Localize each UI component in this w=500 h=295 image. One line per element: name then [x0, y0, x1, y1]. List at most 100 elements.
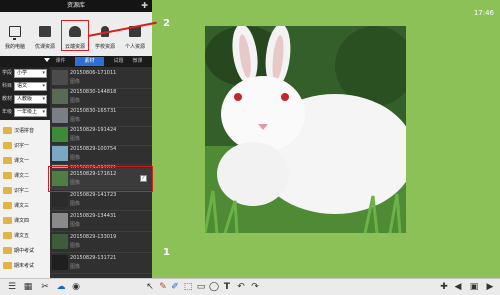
select-icon[interactable]: ⬚ [183, 281, 193, 294]
pen-icon[interactable]: ✎ [158, 281, 168, 294]
folder-item[interactable]: 汉语拼音 [1, 125, 49, 137]
prev-page-icon[interactable]: ◀ [452, 281, 464, 294]
folder-label: 识字二 [14, 188, 30, 194]
folder-label: 课文五 [14, 233, 30, 239]
folder-icon [3, 202, 12, 209]
clock: 17:46 [473, 9, 494, 17]
resource-tabs: 课件 素材 试题 微课 [0, 56, 152, 67]
file-name: 20150829-133019 [70, 234, 117, 240]
resource-icon[interactable]: ▦ [22, 281, 34, 294]
eraser-icon[interactable]: ▭ [196, 281, 206, 294]
file-type: 图像 [70, 117, 81, 123]
filter-grade[interactable]: 年级 一年级上 [2, 107, 48, 118]
folder-label: 汉语拼音 [14, 128, 35, 134]
folder-icon [3, 187, 12, 194]
filter-select[interactable]: 语文 [14, 82, 47, 91]
file-item[interactable]: 20150829-131721 图像 [50, 252, 152, 274]
folder-item[interactable]: 识字一 [1, 140, 49, 152]
file-item[interactable]: 20150829-141723 图像 [50, 189, 152, 211]
folder-icon [3, 172, 12, 179]
filter-select[interactable]: 小学 [14, 69, 47, 78]
category-my-computer[interactable]: 我的电脑 [0, 12, 30, 56]
file-thumbnail [52, 127, 68, 142]
folder-item[interactable]: 识字二 [1, 185, 49, 197]
file-name: 20150829-100754 [70, 146, 117, 152]
file-type: 图像 [70, 222, 81, 228]
brush-icon[interactable]: ✐ [170, 281, 180, 294]
folder-label: 课文四 [14, 218, 30, 224]
camera-icon[interactable]: ◉ [70, 281, 82, 294]
folder-icon [3, 127, 12, 134]
tab-material[interactable]: 素材 [75, 57, 104, 66]
folder-label: 课文二 [14, 173, 30, 179]
filter-section: 学段 小学 科目 语文 教材 人教版 年级 一年级上 [0, 67, 50, 120]
annotation-box-cloud [61, 20, 89, 51]
folder-icon [3, 142, 12, 149]
rabbit-image[interactable] [205, 26, 406, 233]
filter-label: 科目 [2, 83, 13, 89]
file-type: 图像 [70, 201, 81, 207]
tab-microlesson[interactable]: 微课 [123, 57, 152, 66]
callout-number: 1 [163, 247, 170, 258]
file-name: 20150829-131721 [70, 255, 117, 261]
tab-courseware[interactable]: 课件 [46, 57, 75, 66]
file-thumbnail [52, 108, 68, 123]
folder-item[interactable]: 期中考试 [1, 245, 49, 257]
file-type: 图像 [70, 98, 81, 104]
filter-select[interactable]: 人教版 [14, 95, 47, 104]
next-page-icon[interactable]: ▶ [484, 281, 496, 294]
file-name: 20150830-144818 [70, 89, 117, 95]
callout-number: 2 [163, 18, 170, 29]
category-youke[interactable]: 优课资源 [30, 12, 60, 56]
file-item[interactable]: 20150829-134431 图像 [50, 210, 152, 232]
category-personal[interactable]: 个人资源 [120, 12, 150, 56]
monitor-icon [9, 26, 21, 40]
category-label: 个人资源 [124, 44, 145, 50]
redo-icon[interactable]: ↷ [250, 281, 260, 294]
page-list-icon[interactable]: ▣ [468, 281, 480, 294]
pointer-icon[interactable]: ↖ [145, 281, 155, 294]
folder-item[interactable]: 课文五 [1, 230, 49, 242]
undo-icon[interactable]: ↶ [236, 281, 246, 294]
file-thumbnail [52, 89, 68, 104]
filter-label: 教材 [2, 96, 13, 102]
folder-item[interactable]: 课文四 [1, 215, 49, 227]
folder-icon [3, 262, 12, 269]
folder-item[interactable]: 课文三 [1, 200, 49, 212]
add-page-icon[interactable]: ✚ [438, 281, 450, 294]
folder-icon [3, 157, 12, 164]
cloud-sync-icon[interactable]: ☁ [55, 281, 67, 294]
file-name: 20150829-141723 [70, 192, 117, 198]
file-thumbnail [52, 146, 68, 161]
file-type: 图像 [70, 264, 81, 270]
folder-list: 汉语拼音 识字一 课文一 课文二 识字二 课文三 课文四 课文五 期中考试 期末… [0, 120, 50, 278]
filter-subject[interactable]: 科目 语文 [2, 81, 48, 92]
folder-label: 期中考试 [14, 248, 35, 254]
pin-icon[interactable]: ✚ [141, 1, 148, 11]
file-item[interactable]: 20150829-133019 图像 [50, 231, 152, 253]
folder-label: 课文一 [14, 158, 30, 164]
file-name: 20150829-134431 [70, 213, 117, 219]
filter-select[interactable]: 一年级上 [14, 108, 47, 117]
shapes-icon[interactable]: ◯ [209, 281, 219, 294]
folder-item[interactable]: 课文一 [1, 155, 49, 167]
filter-label: 年级 [2, 109, 13, 115]
file-type: 图像 [70, 136, 81, 142]
text-icon[interactable]: T [222, 281, 232, 294]
tools-icon[interactable]: ✂ [39, 281, 51, 294]
filter-textbook[interactable]: 教材 人教版 [2, 94, 48, 105]
file-thumbnail [52, 234, 68, 249]
file-thumbnail [52, 70, 68, 85]
file-type: 图像 [70, 155, 81, 161]
file-thumbnail [52, 255, 68, 270]
menu-icon[interactable]: ☰ [6, 281, 18, 294]
folder-icon [3, 247, 12, 254]
folder-icon [3, 232, 12, 239]
filter-stage[interactable]: 学段 小学 [2, 68, 48, 79]
folder-item[interactable]: 课文二 [1, 170, 49, 182]
folder-item[interactable]: 期末考试 [1, 260, 49, 272]
folder-label: 期末考试 [14, 263, 35, 269]
file-thumbnail [52, 213, 68, 228]
bottom-toolbar: ☰ ▦ ✂ ☁ ◉ ↖ ✎ ✐ ⬚ ▭ ◯ T ↶ ↷ ✚ ◀ ▣ ▶ [0, 278, 500, 295]
folder-icon [39, 26, 51, 37]
